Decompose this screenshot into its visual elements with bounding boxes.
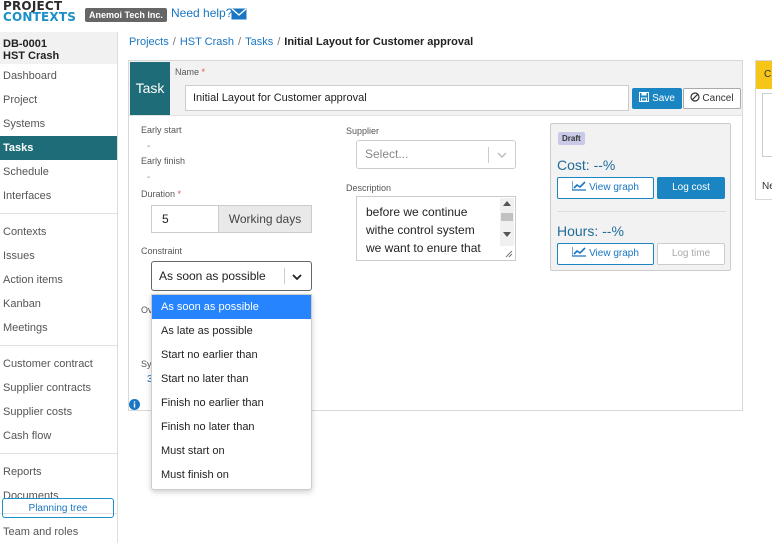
save-button[interactable]: Save xyxy=(632,88,682,109)
resize-handle-icon[interactable] xyxy=(505,250,513,258)
description-label: Description xyxy=(346,183,392,193)
constraint-option[interactable]: Must start on xyxy=(152,439,311,463)
sidebar-item-systems[interactable]: Systems xyxy=(0,112,117,136)
description-scrollbar[interactable] xyxy=(500,198,514,246)
planning-tree-button[interactable]: Planning tree xyxy=(2,498,114,518)
cancel-icon xyxy=(690,92,701,102)
early-finish-value: - xyxy=(147,172,151,183)
sidebar-item-interfaces[interactable]: Interfaces xyxy=(0,184,117,208)
cancel-label: Cancel xyxy=(702,93,734,104)
line-chart-icon xyxy=(571,181,587,191)
right-panel-header: C xyxy=(756,61,772,89)
task-tag: Task xyxy=(130,62,170,115)
sidebar-item-team-and-roles[interactable]: Team and roles xyxy=(0,520,117,544)
mail-icon[interactable] xyxy=(231,8,247,20)
view-graph-label: View graph xyxy=(589,182,639,193)
breadcrumb-project[interactable]: HST Crash xyxy=(180,36,234,48)
app-logo[interactable]: PROJECT CONTEXTS xyxy=(3,0,77,24)
hours-metric: Hours: --% xyxy=(557,223,624,239)
sidebar-item-project[interactable]: Project xyxy=(0,88,117,112)
sidebar-item-customer-contract[interactable]: Customer contract xyxy=(0,352,117,376)
right-panel-text: Ne xyxy=(762,181,772,192)
sidebar-item-dashboard[interactable]: Dashboard xyxy=(0,64,117,88)
early-finish-label: Early finish xyxy=(141,156,186,166)
constraint-option[interactable]: Start no later than xyxy=(152,367,311,391)
name-label: Name * xyxy=(175,67,206,77)
description-textarea[interactable]: before we continue withe control system … xyxy=(356,196,516,261)
log-time-button[interactable]: Log time xyxy=(657,243,725,265)
duration-input[interactable]: 5 xyxy=(151,205,219,233)
cost-view-graph-button[interactable]: View graph xyxy=(557,177,654,199)
sidebar-divider xyxy=(0,340,117,346)
top-bar: PROJECT CONTEXTS Anemoi Tech Inc. Need h… xyxy=(0,0,772,32)
early-start-value: - xyxy=(147,141,151,152)
constraint-value: As soon as possible xyxy=(159,269,266,283)
save-icon xyxy=(639,92,650,102)
chevron-down-icon xyxy=(292,274,302,281)
sidebar-divider xyxy=(0,448,117,454)
info-icon[interactable] xyxy=(129,399,140,410)
supplier-placeholder: Select... xyxy=(365,147,409,161)
sidebar-item-schedule[interactable]: Schedule xyxy=(0,160,117,184)
chevron-down-icon xyxy=(497,152,507,158)
constraint-label: Constraint xyxy=(141,246,183,256)
constraint-option[interactable]: Finish no earlier than xyxy=(152,391,311,415)
hours-view-graph-button[interactable]: View graph xyxy=(557,243,654,265)
description-line: before we continue xyxy=(366,205,468,219)
sidebar-item-supplier-costs[interactable]: Supplier costs xyxy=(0,400,117,424)
sidebar-item-kanban[interactable]: Kanban xyxy=(0,292,117,316)
sidebar-nav: Dashboard Project Systems Tasks Schedule Inte… xyxy=(0,64,117,544)
project-header: DB-0001 HST Crash xyxy=(0,32,117,64)
save-label: Save xyxy=(652,93,675,104)
early-start-label: Early start xyxy=(141,125,182,135)
sidebar-item-supplier-contracts[interactable]: Supplier contracts xyxy=(0,376,117,400)
description-line: withe control system xyxy=(366,223,475,237)
status-panel: Draft Cost: --% View graph Log cost Hour… xyxy=(550,123,731,271)
supplier-label: Supplier xyxy=(346,126,380,136)
constraint-option[interactable]: As soon as possible xyxy=(152,295,311,319)
project-name: HST Crash xyxy=(3,50,60,62)
system-label-partial: Sy xyxy=(141,359,152,369)
constraint-option[interactable]: Finish no later than xyxy=(152,415,311,439)
view-graph-label: View graph xyxy=(589,248,639,259)
constraint-dropdown-menu: As soon as possible As late as possible St… xyxy=(151,294,312,490)
line-chart-icon xyxy=(571,247,587,257)
constraint-option[interactable]: Must finish on xyxy=(152,463,311,487)
description-line: ... xyxy=(366,257,493,260)
planning-tree-label: Planning tree xyxy=(28,503,88,514)
breadcrumb-current: Initial Layout for Customer approval xyxy=(284,36,474,48)
description-line: we want to enure that xyxy=(366,241,481,255)
duration-unit: Working days xyxy=(219,205,312,233)
breadcrumb-tasks[interactable]: Tasks xyxy=(245,36,273,48)
sidebar-item-reports[interactable]: Reports xyxy=(0,460,117,484)
breadcrumb-projects[interactable]: Projects xyxy=(129,36,169,48)
project-id: DB-0001 xyxy=(3,38,48,50)
right-panel-box xyxy=(762,93,772,157)
organization-badge: Anemoi Tech Inc. xyxy=(85,8,167,22)
log-cost-button[interactable]: Log cost xyxy=(657,177,725,199)
sidebar-item-cash-flow[interactable]: Cash flow xyxy=(0,424,117,448)
sidebar-item-contexts[interactable]: Contexts xyxy=(0,220,117,244)
status-badge: Draft xyxy=(558,132,585,145)
sidebar-item-action-items[interactable]: Action items xyxy=(0,268,117,292)
cancel-button[interactable]: Cancel xyxy=(683,88,741,109)
duration-label: Duration * xyxy=(141,189,182,199)
sidebar: DB-0001 HST Crash Dashboard Project System… xyxy=(0,32,118,543)
breadcrumb: Projects / HST Crash / Tasks / Initial Layout … xyxy=(129,36,474,48)
sidebar-item-meetings[interactable]: Meetings xyxy=(0,316,117,340)
sidebar-item-tasks[interactable]: Tasks xyxy=(0,136,117,160)
task-card-header: Task Name * Initial Layout for Customer … xyxy=(129,61,742,116)
help-link[interactable]: Need help? xyxy=(171,6,232,20)
task-name-input[interactable]: Initial Layout for Customer approval xyxy=(185,85,629,111)
supplier-select[interactable]: Select... xyxy=(356,140,516,169)
constraint-option[interactable]: Start no earlier than xyxy=(152,343,311,367)
constraint-select[interactable]: As soon as possible xyxy=(151,261,312,291)
sidebar-item-issues[interactable]: Issues xyxy=(0,244,117,268)
constraint-option[interactable]: As late as possible xyxy=(152,319,311,343)
sidebar-divider xyxy=(0,208,117,214)
right-panel: C Ne xyxy=(755,60,772,200)
logo-line-2: CONTEXTS xyxy=(3,10,77,24)
cost-metric: Cost: --% xyxy=(557,157,616,173)
